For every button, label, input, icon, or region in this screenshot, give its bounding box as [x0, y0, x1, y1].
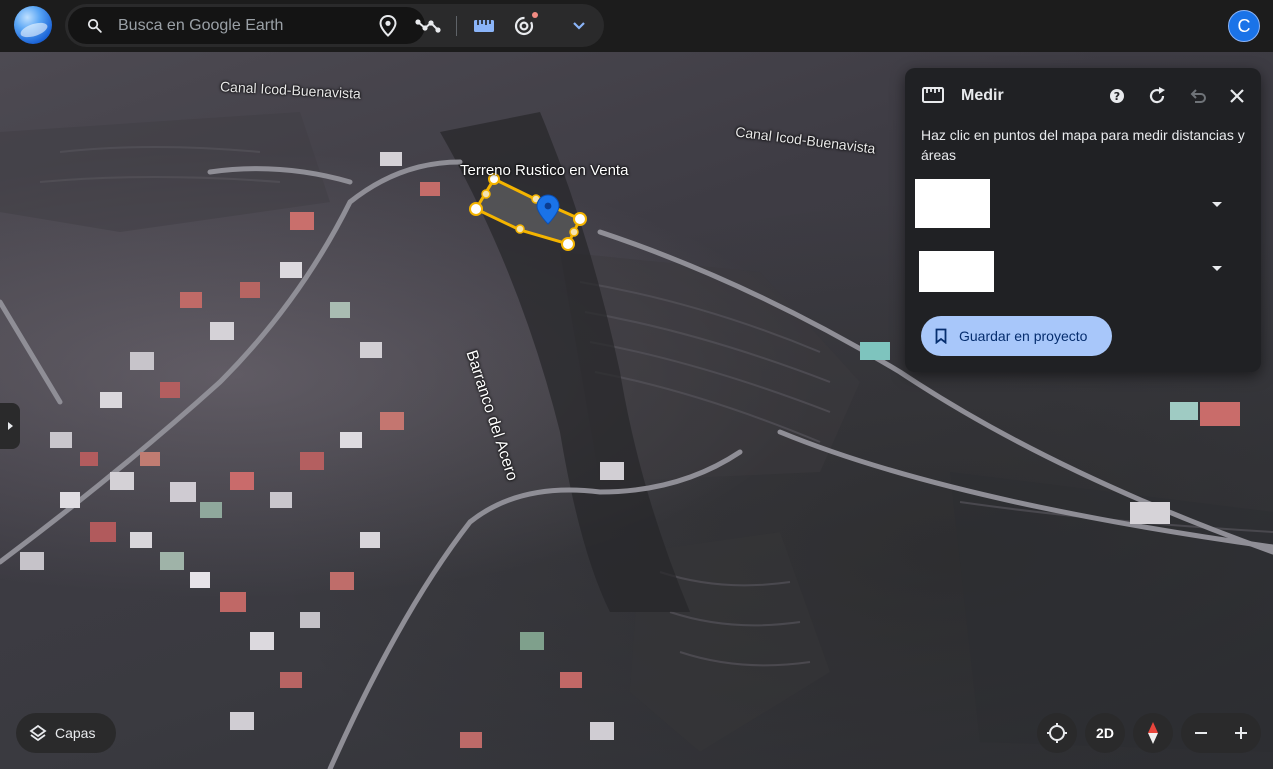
ruler-icon: [474, 20, 494, 32]
zoom-in-button[interactable]: [1221, 713, 1261, 753]
area-unit-dropdown[interactable]: [1212, 266, 1222, 271]
add-path-button[interactable]: [414, 12, 442, 40]
more-tools-button[interactable]: [565, 12, 593, 40]
voyager-icon: [514, 16, 534, 36]
area-value-redacted: [919, 251, 994, 292]
minus-icon: [1195, 732, 1207, 734]
view-mode-button[interactable]: 2D: [1085, 713, 1125, 753]
close-icon: [1230, 89, 1244, 103]
compass-button[interactable]: [1133, 713, 1173, 753]
compass-icon: [1148, 722, 1158, 744]
path-icon: [415, 19, 441, 33]
sidebar-toggle-button[interactable]: [0, 403, 20, 449]
search-toolbar: [65, 4, 604, 47]
undo-icon: [1190, 89, 1206, 103]
zoom-out-button[interactable]: [1181, 713, 1221, 753]
measure-button[interactable]: [470, 12, 498, 40]
ruler-icon: [922, 87, 944, 103]
bookmark-icon: [935, 328, 947, 344]
google-earth-app: C: [0, 0, 1273, 769]
help-icon: ?: [1110, 89, 1124, 103]
add-placemark-button[interactable]: [374, 12, 402, 40]
search-input[interactable]: [118, 7, 418, 44]
plus-icon: [1235, 727, 1247, 739]
my-location-button[interactable]: [1037, 713, 1077, 753]
chevron-right-icon: [8, 422, 13, 430]
crosshair-icon: [1047, 723, 1067, 743]
layers-icon: [29, 724, 47, 742]
search-box[interactable]: [68, 7, 425, 44]
account-avatar[interactable]: C: [1228, 10, 1260, 42]
toolbar-divider: [456, 16, 457, 36]
map-label-terreno[interactable]: Terreno Rustico en Venta: [460, 162, 628, 179]
svg-text:?: ?: [1114, 90, 1120, 103]
top-bar: C: [0, 0, 1273, 52]
place-marker-icon: [379, 15, 397, 37]
save-to-project-button[interactable]: Guardar en proyecto: [921, 316, 1112, 356]
chevron-down-icon: [573, 22, 585, 30]
voyager-button[interactable]: [510, 12, 538, 40]
notification-dot: [532, 12, 538, 18]
google-earth-logo-icon[interactable]: [14, 6, 52, 44]
measure-panel: Medir ? Haz clic en puntos del mapa para…: [905, 68, 1261, 372]
refresh-icon: [1149, 87, 1165, 104]
save-button-label: Guardar en proyecto: [959, 328, 1088, 344]
search-icon: [87, 18, 102, 33]
distance-unit-dropdown[interactable]: [1212, 202, 1222, 207]
zoom-controls: [1181, 713, 1261, 753]
help-button[interactable]: ?: [1105, 84, 1129, 108]
view-mode-label: 2D: [1096, 725, 1114, 741]
panel-title: Medir: [961, 87, 1004, 104]
reset-button[interactable]: [1145, 84, 1169, 108]
layers-label: Capas: [55, 725, 96, 741]
distance-value-redacted: [915, 179, 990, 228]
undo-button[interactable]: [1185, 84, 1209, 108]
measure-description: Haz clic en puntos del mapa para medir d…: [921, 127, 1245, 163]
layers-button[interactable]: Capas: [16, 713, 116, 753]
close-button[interactable]: [1225, 84, 1249, 108]
